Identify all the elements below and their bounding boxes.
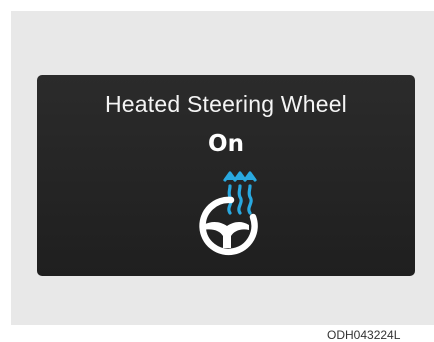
- heated-steering-wheel-icon: [199, 171, 258, 256]
- heat-waves-icon: [223, 171, 257, 215]
- status-text: On: [208, 131, 244, 157]
- cluster-display-panel: Heated Steering Wheel On: [37, 75, 415, 276]
- display-title: Heated Steering Wheel: [104, 91, 347, 117]
- figure-code: ODH043224L: [327, 328, 401, 342]
